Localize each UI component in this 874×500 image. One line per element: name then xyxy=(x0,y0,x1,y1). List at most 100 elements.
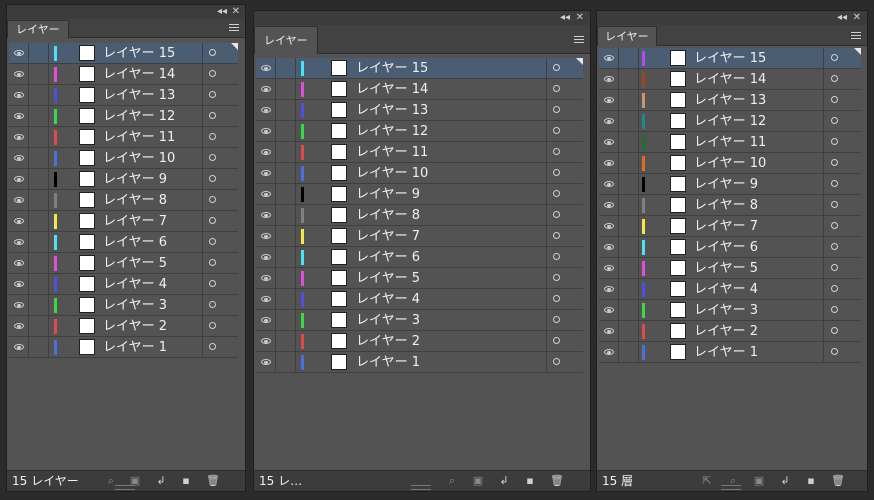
layer-row[interactable]: レイヤー 7 xyxy=(9,211,238,232)
target-circle-icon[interactable] xyxy=(553,148,560,155)
collapse-icon[interactable]: ◂◂ xyxy=(217,5,227,19)
layer-row[interactable]: レイヤー 6 xyxy=(256,247,583,268)
target-circle-icon[interactable] xyxy=(831,138,838,145)
visibility-toggle[interactable] xyxy=(256,205,276,225)
lock-toggle[interactable] xyxy=(29,337,49,357)
tab-layers[interactable]: レイヤー xyxy=(597,26,657,46)
target-circle-icon[interactable] xyxy=(831,159,838,166)
target-circle-icon[interactable] xyxy=(209,259,216,266)
target-circle-icon[interactable] xyxy=(831,222,838,229)
target-circle-icon[interactable] xyxy=(209,133,216,140)
lock-toggle[interactable] xyxy=(276,289,296,309)
collapse-icon[interactable]: ◂◂ xyxy=(560,11,570,25)
new-sublayer-icon[interactable]: ↲ xyxy=(155,475,167,487)
lock-toggle[interactable] xyxy=(29,85,49,105)
visibility-toggle[interactable] xyxy=(9,232,29,252)
layer-row[interactable]: レイヤー 11 xyxy=(9,127,238,148)
visibility-toggle[interactable] xyxy=(256,247,276,267)
target-circle-icon[interactable] xyxy=(831,201,838,208)
lock-toggle[interactable] xyxy=(29,148,49,168)
lock-toggle[interactable] xyxy=(619,195,639,215)
visibility-toggle[interactable] xyxy=(9,295,29,315)
target-circle-icon[interactable] xyxy=(553,316,560,323)
visibility-toggle[interactable] xyxy=(256,163,276,183)
visibility-toggle[interactable] xyxy=(599,258,619,278)
layer-row[interactable]: レイヤー 12 xyxy=(256,121,583,142)
layer-row[interactable]: レイヤー 5 xyxy=(256,268,583,289)
target-circle-icon[interactable] xyxy=(209,322,216,329)
target-circle-icon[interactable] xyxy=(209,196,216,203)
visibility-toggle[interactable] xyxy=(599,237,619,257)
lock-toggle[interactable] xyxy=(276,310,296,330)
lock-toggle[interactable] xyxy=(619,342,639,362)
visibility-toggle[interactable] xyxy=(9,127,29,147)
visibility-toggle[interactable] xyxy=(599,321,619,341)
visibility-toggle[interactable] xyxy=(256,142,276,162)
new-layer-icon[interactable]: ▪ xyxy=(180,475,192,487)
layer-row[interactable]: レイヤー 4 xyxy=(256,289,583,310)
layer-row[interactable]: レイヤー 8 xyxy=(256,205,583,226)
layer-row[interactable]: レイヤー 4 xyxy=(9,274,238,295)
new-layer-icon[interactable]: ▪ xyxy=(805,475,817,487)
target-circle-icon[interactable] xyxy=(209,49,216,56)
visibility-toggle[interactable] xyxy=(599,279,619,299)
visibility-toggle[interactable] xyxy=(9,253,29,273)
layer-row[interactable]: レイヤー 10 xyxy=(256,163,583,184)
lock-toggle[interactable] xyxy=(276,268,296,288)
target-circle-icon[interactable] xyxy=(831,54,838,61)
layer-row[interactable]: レイヤー 6 xyxy=(599,237,861,258)
layer-row[interactable]: レイヤー 2 xyxy=(256,331,583,352)
layer-row[interactable]: レイヤー 7 xyxy=(256,226,583,247)
close-icon[interactable]: ✕ xyxy=(853,11,861,25)
lock-toggle[interactable] xyxy=(619,174,639,194)
layer-row[interactable]: レイヤー 8 xyxy=(9,190,238,211)
delete-icon[interactable]: 🗑 xyxy=(550,475,564,487)
lock-toggle[interactable] xyxy=(619,300,639,320)
tab-layers[interactable]: レイヤー xyxy=(254,26,318,54)
visibility-toggle[interactable] xyxy=(599,111,619,131)
visibility-toggle[interactable] xyxy=(599,195,619,215)
lock-toggle[interactable] xyxy=(619,258,639,278)
delete-icon[interactable]: 🗑 xyxy=(831,475,845,487)
target-circle-icon[interactable] xyxy=(831,348,838,355)
visibility-toggle[interactable] xyxy=(9,64,29,84)
visibility-toggle[interactable] xyxy=(599,342,619,362)
layer-row[interactable]: レイヤー 14 xyxy=(599,69,861,90)
layer-row[interactable]: レイヤー 3 xyxy=(9,295,238,316)
new-layer-icon[interactable]: ▪ xyxy=(524,475,536,487)
target-circle-icon[interactable] xyxy=(831,285,838,292)
lock-toggle[interactable] xyxy=(276,205,296,225)
target-circle-icon[interactable] xyxy=(553,274,560,281)
lock-toggle[interactable] xyxy=(29,127,49,147)
lock-toggle[interactable] xyxy=(619,111,639,131)
visibility-toggle[interactable] xyxy=(256,100,276,120)
visibility-toggle[interactable] xyxy=(599,69,619,89)
layer-row[interactable]: レイヤー 15 xyxy=(256,58,583,79)
target-circle-icon[interactable] xyxy=(553,211,560,218)
visibility-toggle[interactable] xyxy=(599,174,619,194)
visibility-toggle[interactable] xyxy=(599,48,619,68)
visibility-toggle[interactable] xyxy=(599,132,619,152)
collapse-icon[interactable]: ◂◂ xyxy=(837,11,847,25)
lock-toggle[interactable] xyxy=(276,142,296,162)
layer-row[interactable]: レイヤー 11 xyxy=(599,132,861,153)
lock-toggle[interactable] xyxy=(276,58,296,78)
target-circle-icon[interactable] xyxy=(553,85,560,92)
lock-toggle[interactable] xyxy=(619,279,639,299)
lock-toggle[interactable] xyxy=(276,79,296,99)
target-circle-icon[interactable] xyxy=(209,301,216,308)
lock-toggle[interactable] xyxy=(276,331,296,351)
visibility-toggle[interactable] xyxy=(9,169,29,189)
layer-row[interactable]: レイヤー 13 xyxy=(599,90,861,111)
visibility-toggle[interactable] xyxy=(9,337,29,357)
visibility-toggle[interactable] xyxy=(9,43,29,63)
lock-toggle[interactable] xyxy=(29,190,49,210)
target-circle-icon[interactable] xyxy=(553,232,560,239)
visibility-toggle[interactable] xyxy=(256,310,276,330)
new-sublayer-icon[interactable]: ↲ xyxy=(779,475,791,487)
layer-row[interactable]: レイヤー 7 xyxy=(599,216,861,237)
layer-row[interactable]: レイヤー 13 xyxy=(9,85,238,106)
layer-row[interactable]: レイヤー 10 xyxy=(599,153,861,174)
layer-row[interactable]: レイヤー 1 xyxy=(256,352,583,373)
visibility-toggle[interactable] xyxy=(9,148,29,168)
